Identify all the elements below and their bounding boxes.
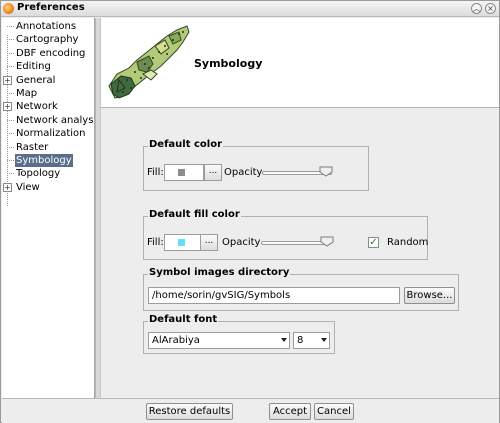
page-title: Symbology	[194, 57, 263, 70]
random-label: Random	[387, 237, 429, 248]
preferences-tree[interactable]: Annotations Cartography DBF encoding Editin…	[2, 18, 95, 398]
symbol-directory-input[interactable]: /home/sorin/gvSIG/Symbols	[148, 287, 400, 304]
choose-fill-color-button[interactable]: ...	[200, 234, 218, 251]
fill-label: Fill:	[147, 167, 164, 178]
font-size-value: 8	[297, 335, 304, 346]
fill-color-swatch[interactable]	[164, 164, 204, 181]
tree-connector	[7, 39, 14, 41]
tree-item-label: Map	[16, 88, 38, 99]
tree-item-label: DBF encoding	[16, 47, 86, 59]
tree-item-label: Editing	[16, 61, 51, 73]
tree-connector	[7, 66, 14, 68]
gvsig-app-icon	[3, 3, 14, 14]
restore-defaults-button[interactable]: Restore defaults	[146, 403, 233, 420]
default-fill-color-legend: Default fill color	[148, 209, 241, 220]
expand-icon[interactable]: +	[3, 75, 12, 85]
default-font-group: Default font AlArabiya 8	[143, 314, 335, 354]
tree-item-label: Annotations	[16, 21, 77, 32]
tree-item-label: Normalization	[16, 128, 86, 140]
window-title: Preferences	[17, 2, 85, 13]
font-family-value: AlArabiya	[152, 335, 200, 346]
chevron-down-icon	[321, 338, 327, 342]
tree-connector	[7, 160, 14, 161]
fill-color-swatch[interactable]	[164, 234, 204, 251]
choose-fill-color-button[interactable]: ...	[204, 164, 222, 181]
tree-connector	[7, 119, 14, 121]
default-color-legend: Default color	[148, 139, 224, 150]
tree-item-label: Network	[16, 101, 58, 113]
accept-button[interactable]: Accept	[269, 403, 311, 420]
tree-connector	[7, 133, 14, 135]
roll-up-icon[interactable]: ︿	[471, 3, 482, 14]
symbol-images-directory-group: Symbol images directory /home/sorin/gvSI…	[143, 267, 459, 311]
font-size-select[interactable]: 8	[293, 332, 330, 349]
symbology-page: Symbology Default color Fill: ... Opacit…	[101, 18, 499, 398]
chevron-down-icon	[281, 338, 287, 342]
expand-icon[interactable]: +	[3, 102, 12, 112]
map-region-icon	[108, 25, 190, 99]
preferences-window: Preferences ︿ × Annotations Cartography DB…	[0, 0, 500, 423]
default-fill-color-group: Default fill color Fill: ... Opacity ✓ R…	[143, 209, 429, 260]
tree-connector	[7, 146, 14, 148]
opacity-label: Opacity	[222, 237, 261, 248]
fill-color-chip	[178, 169, 185, 176]
opacity-slider-thumb[interactable]	[319, 166, 333, 177]
tree-connector	[7, 93, 14, 94]
close-icon[interactable]: ×	[485, 3, 496, 14]
opacity-slider-thumb[interactable]	[320, 236, 334, 247]
tree-connector	[7, 173, 14, 175]
tree-item-label: Symbology	[15, 154, 73, 167]
fill-color-chip	[178, 239, 185, 246]
font-family-select[interactable]: AlArabiya	[148, 332, 290, 349]
tree-item-label: View	[16, 181, 40, 193]
page-header: Symbology	[101, 18, 499, 108]
dialog-footer: Restore defaults Accept Cancel	[2, 398, 499, 423]
tree-connector	[7, 52, 14, 54]
fill-label: Fill:	[147, 237, 164, 248]
browse-button[interactable]: Browse...	[404, 287, 455, 304]
expand-icon[interactable]: +	[3, 182, 12, 192]
random-checkbox[interactable]: ✓	[368, 237, 379, 248]
tree-item-label: Topology	[16, 168, 61, 180]
default-color-group: Default color Fill: ... Opacity	[143, 139, 369, 191]
cancel-button[interactable]: Cancel	[314, 403, 354, 420]
opacity-label: Opacity	[224, 167, 263, 178]
title-bar: Preferences ︿ ×	[1, 1, 499, 17]
default-font-legend: Default font	[148, 314, 219, 325]
tree-item-label: Network analysis	[16, 114, 95, 126]
tree-item-label: Cartography	[16, 34, 79, 46]
tree-item-label: Raster	[16, 141, 49, 153]
symbol-images-directory-legend: Symbol images directory	[148, 267, 291, 278]
tree-connector	[7, 26, 14, 27]
tree-item-label: General	[16, 74, 56, 86]
